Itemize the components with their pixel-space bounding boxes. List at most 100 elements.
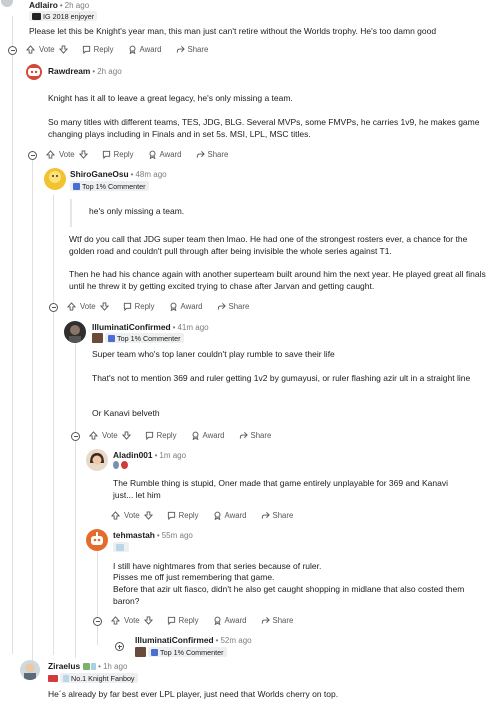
upvote-icon[interactable] [111, 511, 120, 520]
share-icon [196, 151, 205, 158]
avatar[interactable] [26, 64, 42, 80]
share-button[interactable]: Share [176, 45, 208, 54]
user-flair [113, 542, 129, 553]
comment-paragraph: That's not to mention 369 and ruler gett… [92, 373, 471, 383]
expand-thread-button[interactable] [115, 642, 124, 651]
author-name[interactable]: IlluminatiConfirmed [92, 322, 171, 332]
timestamp[interactable]: 1h ago [103, 662, 127, 671]
author-name[interactable]: IlluminatiConfirmed [135, 635, 214, 645]
comment-actions: Vote Reply Award Share [26, 45, 222, 54]
thread-line[interactable] [12, 16, 13, 654]
thread-line[interactable] [75, 340, 76, 658]
share-button[interactable]: Share [217, 302, 249, 311]
upvote-icon[interactable] [67, 302, 76, 311]
comment-body: Please let this be Knight's year man, th… [29, 26, 437, 36]
user-avatar-icon [49, 171, 61, 183]
avatar[interactable] [86, 449, 108, 471]
collapse-thread-button[interactable] [71, 432, 80, 441]
share-button[interactable]: Share [196, 150, 228, 159]
timestamp[interactable]: 41m ago [177, 323, 208, 332]
author-name[interactable]: ShiroGaneOsu [70, 169, 129, 179]
author-name[interactable]: tehmastah [113, 530, 155, 540]
collapse-thread-button[interactable] [28, 151, 37, 160]
comment-line: Before that azir ult fiasco, didn't he a… [113, 584, 465, 606]
upvote-icon[interactable] [26, 45, 35, 54]
author-name[interactable]: Aladin001 [113, 450, 153, 460]
timestamp[interactable]: 52m ago [220, 636, 251, 645]
downvote-icon[interactable] [78, 150, 88, 159]
award-button[interactable]: Award [148, 150, 182, 159]
reply-icon [145, 431, 153, 440]
comment-paragraph: Super team who's top laner couldn't play… [92, 349, 335, 359]
vote-label: Vote [124, 616, 140, 625]
comment-actions: Vote Reply Award Share [111, 616, 307, 625]
reply-button[interactable]: Reply [82, 45, 114, 54]
reply-button[interactable]: Reply [123, 302, 155, 311]
award-icon [214, 616, 221, 625]
downvote-icon[interactable] [99, 302, 109, 311]
share-button[interactable]: Share [261, 511, 293, 520]
reply-button[interactable]: Reply [102, 150, 134, 159]
award-button[interactable]: Award [169, 302, 203, 311]
avatar[interactable] [86, 529, 108, 551]
share-button[interactable]: Share [261, 616, 293, 625]
avatar[interactable] [44, 168, 66, 190]
award-button[interactable]: Award [191, 431, 225, 440]
flair-image-icon [135, 647, 146, 657]
reply-icon [123, 302, 131, 311]
comment-actions: Vote Reply Award Share [89, 431, 285, 440]
reply-button[interactable]: Reply [145, 431, 177, 440]
share-button[interactable]: Share [239, 431, 271, 440]
reply-button[interactable]: Reply [167, 616, 199, 625]
comment-body: The Rumble thing is stupid, Oner made th… [113, 478, 449, 500]
thread-line[interactable] [53, 195, 54, 655]
comment-header: Rawdream • 2h ago [48, 66, 122, 76]
collapse-thread-button[interactable] [49, 303, 58, 312]
user-flair: Top 1% Commenter [92, 333, 184, 343]
downvote-icon[interactable] [143, 511, 153, 520]
award-button[interactable]: Award [213, 616, 247, 625]
collapse-thread-button[interactable] [93, 617, 102, 626]
reply-button[interactable]: Reply [167, 511, 199, 520]
award-button[interactable]: Award [213, 511, 247, 520]
reply-icon [82, 45, 90, 54]
flair-emoji-icon [113, 461, 119, 469]
author-name[interactable]: Ziraelus [48, 661, 80, 671]
share-icon [217, 303, 226, 310]
collapse-thread-button[interactable] [8, 46, 17, 55]
quoted-text: he's only missing a team. [89, 206, 185, 216]
comment-line: I still have nightmares from that series… [113, 561, 322, 571]
timestamp[interactable]: 2h ago [65, 1, 89, 10]
timestamp[interactable]: 2h ago [97, 67, 121, 76]
author-name[interactable]: Adlairo [29, 0, 58, 10]
award-icon [192, 431, 199, 440]
thread-line[interactable] [97, 545, 98, 645]
thread-line[interactable] [32, 158, 33, 663]
ig-logo-icon [32, 12, 41, 20]
user-avatar-icon [91, 532, 103, 545]
comment-header: tehmastah • 55m ago [113, 530, 193, 540]
upvote-icon[interactable] [89, 431, 98, 440]
timestamp[interactable]: 1m ago [159, 451, 186, 460]
avatar[interactable] [20, 660, 40, 680]
user-avatar-icon [69, 325, 81, 343]
badge-icon [73, 182, 80, 190]
avatar[interactable] [64, 321, 86, 343]
flair-emoji-icon [121, 461, 128, 469]
vote-label: Vote [124, 511, 140, 520]
upvote-icon[interactable] [46, 150, 55, 159]
downvote-icon[interactable] [143, 616, 153, 625]
downvote-icon[interactable] [121, 431, 131, 440]
avatar[interactable] [1, 0, 13, 7]
comment-header: IlluminatiConfirmed • 52m ago [135, 635, 252, 645]
timestamp[interactable]: 48m ago [135, 170, 166, 179]
upvote-icon[interactable] [111, 616, 120, 625]
vote-label: Vote [39, 45, 55, 54]
downvote-icon[interactable] [58, 45, 68, 54]
verified-icon [91, 662, 97, 670]
timestamp[interactable]: 55m ago [162, 531, 193, 540]
quote-bar [70, 199, 72, 227]
author-name[interactable]: Rawdream [48, 66, 90, 76]
badge-icon [151, 648, 158, 656]
award-button[interactable]: Award [128, 45, 162, 54]
